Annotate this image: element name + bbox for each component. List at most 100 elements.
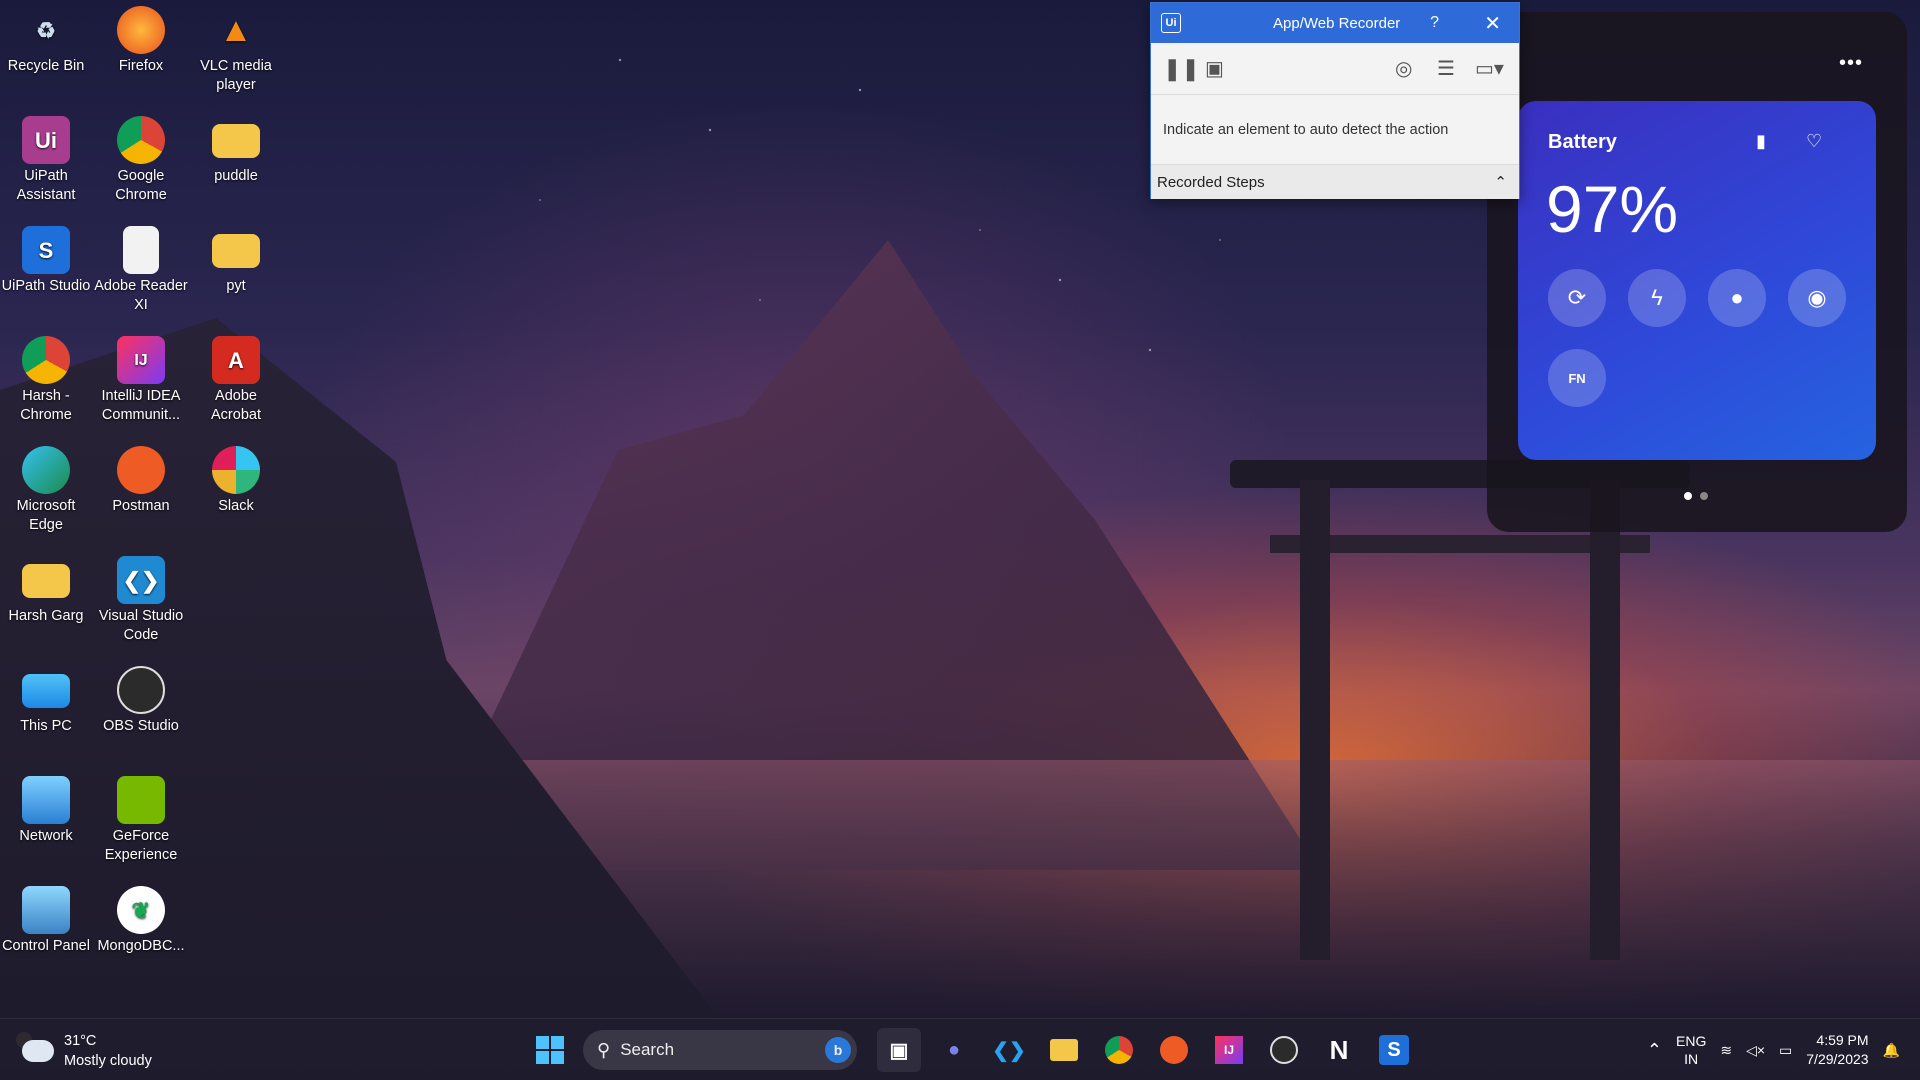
taskbar: 31°C Mostly cloudy ⚲ Search b ▣ ● ❮❯ IJ … — [0, 1018, 1920, 1080]
desktop-icon-label: Slack — [218, 498, 254, 514]
fast-charge-button[interactable]: ϟ — [1628, 269, 1686, 327]
start-button[interactable] — [528, 1028, 572, 1072]
desktop-icon-postman[interactable]: Postman — [94, 446, 188, 516]
folder-icon — [22, 564, 70, 598]
desktop-icon-control-panel[interactable]: Control Panel — [0, 886, 93, 956]
teams-chat-button[interactable]: ● — [932, 1028, 976, 1072]
nvidia-icon — [117, 776, 165, 824]
taskbar-search[interactable]: ⚲ Search b — [583, 1030, 857, 1070]
recorder-title: App/Web Recorder — [1273, 14, 1401, 32]
search-icon: ⚲ — [597, 1039, 611, 1060]
desktop-icon-chrome[interactable]: Google Chrome — [94, 116, 188, 205]
desktop-icon-this-pc[interactable]: This PC — [0, 666, 93, 736]
power-mode-button[interactable]: ⟳ — [1548, 269, 1606, 327]
file-explorer-button[interactable] — [1042, 1028, 1086, 1072]
desktop-icon-uipath-studio[interactable]: S UiPath Studio — [0, 226, 93, 296]
close-button[interactable]: ✕ — [1484, 11, 1501, 36]
folder-icon — [212, 234, 260, 268]
speaker-muted-icon[interactable]: ◁× — [1746, 1042, 1765, 1059]
pager-dot[interactable] — [1700, 492, 1708, 500]
desktop-icon-harsh-garg[interactable]: Harsh Garg — [0, 556, 93, 626]
desktop-icon-firefox[interactable]: Firefox — [94, 6, 188, 76]
task-view-button[interactable]: ▣ — [877, 1028, 921, 1072]
weather-condition: Mostly cloudy — [64, 1053, 152, 1069]
windows-icon — [536, 1036, 564, 1064]
obs-taskbar-button[interactable] — [1262, 1028, 1306, 1072]
desktop-icon-vlc[interactable]: ▲ VLC media player — [189, 6, 283, 95]
vscode-taskbar-button[interactable]: ❮❯ — [987, 1028, 1031, 1072]
camera-button[interactable]: ◉ — [1788, 269, 1846, 327]
desktop-icon-slack[interactable]: Slack — [189, 446, 283, 516]
recorder-title-bar[interactable]: Ui App/Web Recorder ? ✕ — [1151, 3, 1519, 43]
desktop-icon-edge[interactable]: Microsoft Edge — [0, 446, 93, 535]
desktop-icon-label: Harsh Garg — [8, 608, 84, 624]
monitor-icon — [22, 674, 70, 708]
postman-taskbar-button[interactable] — [1152, 1028, 1196, 1072]
desktop-icon-harsh-chrome[interactable]: Harsh - Chrome — [0, 336, 93, 425]
chrome-taskbar-button[interactable] — [1097, 1028, 1141, 1072]
wifi-icon[interactable]: ≋ — [1720, 1042, 1732, 1059]
notification-icon[interactable]: 🔔 — [1883, 1042, 1900, 1059]
desktop-icon-network[interactable]: Network — [0, 776, 93, 846]
vlc-icon: ▲ — [219, 10, 253, 49]
desktop-icon-adobe-reader[interactable]: Adobe Reader XI — [94, 226, 188, 315]
capture-options-icon[interactable]: ▭▾ — [1475, 56, 1504, 81]
microphone-button[interactable]: ● — [1708, 269, 1766, 327]
fn-lock-button[interactable]: FN — [1548, 349, 1606, 407]
pause-icon[interactable]: ❚❚ — [1163, 56, 1200, 82]
chevron-up-icon[interactable]: ⌃ — [1494, 173, 1507, 191]
battery-percentage: 97% — [1546, 172, 1679, 246]
app-web-recorder-window: Ui App/Web Recorder ? ✕ ❚❚ ▣ ◎ ☰ ▭▾ Indi… — [1150, 2, 1520, 199]
desktop-icon-label: Harsh - Chrome — [20, 388, 72, 423]
region-code: IN — [1684, 1051, 1699, 1067]
desktop-icon-uipath-assistant[interactable]: Ui UiPath Assistant — [0, 116, 93, 205]
battery-icon[interactable]: ▭ — [1779, 1042, 1792, 1059]
help-button[interactable]: ? — [1430, 14, 1439, 32]
language-code: ENG — [1676, 1033, 1707, 1049]
desktop-icon-intellij[interactable]: IJ IntelliJ IDEA Communit... — [94, 336, 188, 425]
uipath-logo-icon: Ui — [1161, 13, 1181, 33]
battery-health-icon[interactable]: ♡ — [1806, 131, 1822, 152]
uipath-studio-taskbar-button[interactable]: S — [1372, 1028, 1416, 1072]
language-indicator[interactable]: ENG IN — [1676, 1032, 1706, 1068]
desktop-icon-acrobat[interactable]: A Adobe Acrobat — [189, 336, 283, 425]
chevron-up-icon[interactable]: ⌃ — [1647, 1040, 1662, 1061]
task-view-icon: ▣ — [889, 1039, 909, 1062]
chrome-icon — [117, 116, 165, 164]
battery-saver-icon[interactable]: ▮ — [1756, 131, 1766, 152]
microphone-icon: ● — [1730, 285, 1744, 310]
clock-date: 7/29/2023 — [1806, 1051, 1869, 1067]
desktop-icon-pyt[interactable]: pyt — [189, 226, 283, 296]
save-icon[interactable]: ▣ — [1205, 56, 1224, 81]
desktop-icon-mongodb[interactable]: ❦ MongoDBC... — [94, 886, 188, 956]
chrome-icon — [1105, 1036, 1133, 1064]
cloudy-weather-icon — [16, 1032, 54, 1062]
document-icon — [123, 226, 159, 274]
more-options-icon[interactable]: ••• — [1839, 52, 1863, 75]
recorded-steps-header[interactable]: Recorded Steps ⌃ — [1151, 165, 1519, 199]
intellij-taskbar-button[interactable]: IJ — [1207, 1028, 1251, 1072]
desktop-icon-label: This PC — [20, 718, 72, 734]
clock[interactable]: 4:59 PM 7/29/2023 — [1806, 1031, 1868, 1069]
vscode-icon: ❮❯ — [992, 1039, 1026, 1062]
desktop-icon-obs[interactable]: OBS Studio — [94, 666, 188, 736]
n-app-icon: N — [1329, 1034, 1349, 1065]
desktop-icon-vscode[interactable]: ❮❯ Visual Studio Code — [94, 556, 188, 645]
notion-taskbar-button[interactable]: N — [1317, 1028, 1361, 1072]
desktop-icon-label: MongoDBC... — [97, 938, 185, 954]
desktop-icon-label: Adobe Acrobat — [211, 388, 261, 423]
desktop-icon-recycle-bin[interactable]: ♻ Recycle Bin — [0, 6, 93, 76]
desktop-icon-puddle[interactable]: puddle — [189, 116, 283, 186]
slack-icon — [212, 446, 260, 494]
desktop-icon-geforce[interactable]: GeForce Experience — [94, 776, 188, 865]
search-label: Search — [620, 1040, 675, 1059]
steps-list-icon[interactable]: ☰ — [1437, 56, 1455, 81]
weather-widget[interactable]: 31°C Mostly cloudy — [16, 1031, 152, 1071]
pager-dot-active[interactable] — [1684, 492, 1692, 500]
clock-time: 4:59 PM — [1816, 1032, 1869, 1048]
intellij-icon: IJ — [117, 336, 165, 384]
widget-pager[interactable] — [1684, 492, 1708, 500]
target-icon[interactable]: ◎ — [1395, 56, 1412, 81]
bing-icon[interactable]: b — [825, 1037, 851, 1063]
desktop-icon-label: UiPath Assistant — [16, 168, 76, 203]
